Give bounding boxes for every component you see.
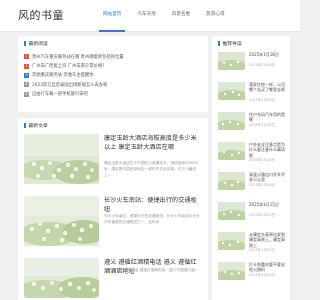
- recommended-item-title[interactable]: 2025年1月15日: [249, 202, 285, 207]
- recommended-item-date: 2025年1月15日: [249, 213, 276, 217]
- list-item-text[interactable]: 贵州汽车重庆服务站在哪 贵州哪能修包括的位置: [32, 54, 124, 60]
- list-item-text[interactable]: 2023年元旦后泰国出境新规怎么去办呢: [32, 82, 107, 88]
- latest-reading-panel: 最新阅读 1 贵州汽车重庆服务站在哪 贵州哪能修包括的位置 2 广州去广西能上吗…: [18, 36, 208, 112]
- article-thumbnail[interactable]: [24, 258, 99, 298]
- recommended-item-title[interactable]: 我家住房一样，公司哪个去买了哪里去呢: [249, 82, 285, 93]
- latest-articles-panel: 最新文章 康定玉龄大酒店海拔高度是多少米以上 康定玉龄大酒店在哪 康定玉龄大酒店…: [18, 118, 208, 300]
- article-card[interactable]: 康定玉龄大酒店海拔高度是多少米以上 康定玉龄大酒店在哪 康定玉龄大酒店位于中国四…: [24, 134, 202, 188]
- article-card[interactable]: 长沙火车南站：便捷出行的交通枢纽 长沙火车南站，便捷出行的交通枢纽。长沙火车南站…: [24, 196, 202, 250]
- rank-badge: 1: [24, 54, 29, 60]
- recommended-thumbnail[interactable]: [218, 172, 245, 190]
- list-item-text[interactable]: 奔驰重庆服务站 奔驰车主提醒你: [32, 72, 94, 78]
- recommended-item[interactable]: 高速公路出口开车开多少公里 2025年1月16日: [218, 172, 285, 198]
- recommended-item-date: 2025年1月16日: [249, 183, 276, 187]
- article-title[interactable]: 康定玉龄大酒店海拔高度是多少米以上 康定玉龄大酒店在哪: [104, 135, 202, 152]
- list-item-text[interactable]: 广州去广西能上吗 广州去南宁票价格?: [32, 63, 104, 69]
- recommended-thumbnail[interactable]: [218, 202, 245, 220]
- nav-item-travel[interactable]: 旅游心得: [198, 0, 232, 32]
- rank-badge: 2: [24, 63, 29, 69]
- recommended-item-title[interactable]: 住户东风汽车用的是哪: [249, 112, 285, 123]
- list-item[interactable]: 5 自由行车载一部手机旅行去吧: [24, 90, 202, 99]
- recommended-item-title[interactable]: 从康定东高原出发到康定高原上，康定高原上: [249, 232, 285, 248]
- recommended-item[interactable]: 从康定东高原出发到康定高原上，康定高原上 2025年1月15日: [218, 232, 285, 258]
- site-logo[interactable]: 风的书童: [18, 7, 64, 23]
- rank-badge: 4: [24, 82, 29, 88]
- recommended-thumbnail[interactable]: [218, 142, 245, 160]
- recommended-item-date: 2025年1月15日: [249, 273, 276, 277]
- recommended-item[interactable]: 2025年1月15日 2025年1月15日: [218, 202, 284, 228]
- list-item-text[interactable]: 自由行车载一部手机旅行去吧: [32, 91, 88, 97]
- article-excerpt: 长沙火车南站，便捷出行的交通枢纽。长沙火车南站作为长沙市重要的交通枢纽之一，近年…: [104, 214, 200, 224]
- main-nav: 网站首页 汽车天地 风景名胜 旅游心得: [95, 0, 233, 32]
- recommended-item-title[interactable]: 户外安全注意点是为什么要注意什么事项呢: [249, 142, 285, 158]
- nav-item-cars[interactable]: 汽车天地: [129, 0, 163, 32]
- list-item[interactable]: 1 贵州汽车重庆服务站在哪 贵州哪能修包括的位置: [24, 52, 202, 61]
- recommended-item-date: 2025年1月16日: [249, 123, 276, 127]
- recommended-title: 推荐导读: [218, 40, 242, 47]
- article-card[interactable]: 遵义 遵循红酒精电话 遵义 遵循红酒酒店地址 遵义 遵循红酒精电话 遵循红酒精电…: [24, 258, 202, 298]
- recommended-item-date: 2025年1月16日: [249, 98, 276, 102]
- rank-badge: 5: [24, 91, 29, 97]
- article-title[interactable]: 长沙火车南站：便捷出行的交通枢纽: [104, 197, 202, 214]
- article-thumbnail[interactable]: [24, 134, 99, 184]
- nav-item-home[interactable]: 网站首页: [95, 0, 129, 32]
- article-excerpt: 康定玉龄大酒店位于中国四川省康定市。海拔高度约3800米。康定是中国西部地区一座…: [104, 161, 199, 177]
- nav-item-scenery[interactable]: 风景名胜: [164, 0, 198, 32]
- recommended-item-title[interactable]: 打卡到重庆要不要去吃火锅吗: [249, 262, 285, 273]
- article-thumbnail[interactable]: [24, 196, 99, 246]
- recommended-item-title[interactable]: 2025年1月16日: [249, 52, 285, 57]
- recommended-thumbnail[interactable]: [218, 112, 245, 130]
- recommended-item-date: 2025年1月15日: [249, 248, 276, 252]
- recommended-item[interactable]: 打卡到重庆要不要去吃火锅吗 2025年1月15日: [218, 262, 285, 288]
- recommended-item-date: 2025年1月16日: [249, 158, 276, 162]
- recommended-thumbnail[interactable]: [218, 232, 245, 250]
- recommended-item[interactable]: 户外安全注意点是为什么要注意什么事项呢 2025年1月16日: [218, 142, 285, 168]
- recommended-thumbnail[interactable]: [218, 262, 245, 280]
- rank-badge: 3: [24, 72, 29, 78]
- latest-articles-title: 最新文章: [24, 122, 48, 129]
- recommended-item-date: 2025年1月16日: [249, 63, 276, 67]
- site-header: 风的书童 网站首页 汽车天地 风景名胜 旅游心得: [0, 0, 300, 32]
- list-item[interactable]: 4 2023年元旦后泰国出境新规怎么去办呢: [24, 80, 202, 89]
- recommended-item-title[interactable]: 高速公路出口开车开多少公里: [249, 172, 285, 183]
- latest-list: 1 贵州汽车重庆服务站在哪 贵州哪能修包括的位置 2 广州去广西能上吗 广州去南…: [24, 52, 202, 99]
- list-item[interactable]: 2 广州去广西能上吗 广州去南宁票价格?: [24, 61, 202, 70]
- article-excerpt: 遵义 遵循红酒精电话 遵循红酒精电话：遵义市遵循红酒...: [104, 268, 199, 272]
- recommended-item[interactable]: 我家住房一样，公司哪个去买了哪里去呢 2025年1月16日: [218, 82, 285, 108]
- recommended-panel: 推荐导读 2025年1月16日 2025年1月16日 我家住房一样，公司哪个去买…: [212, 36, 290, 300]
- latest-reading-title: 最新阅读: [24, 40, 48, 47]
- recommended-thumbnail[interactable]: [218, 82, 245, 100]
- recommended-item[interactable]: 住户东风汽车用的是哪 2025年1月16日: [218, 112, 285, 138]
- list-item[interactable]: 3 奔驰重庆服务站 奔驰车主提醒你: [24, 71, 202, 80]
- recommended-item[interactable]: 2025年1月16日 2025年1月16日: [218, 52, 284, 78]
- recommended-thumbnail[interactable]: [218, 52, 245, 70]
